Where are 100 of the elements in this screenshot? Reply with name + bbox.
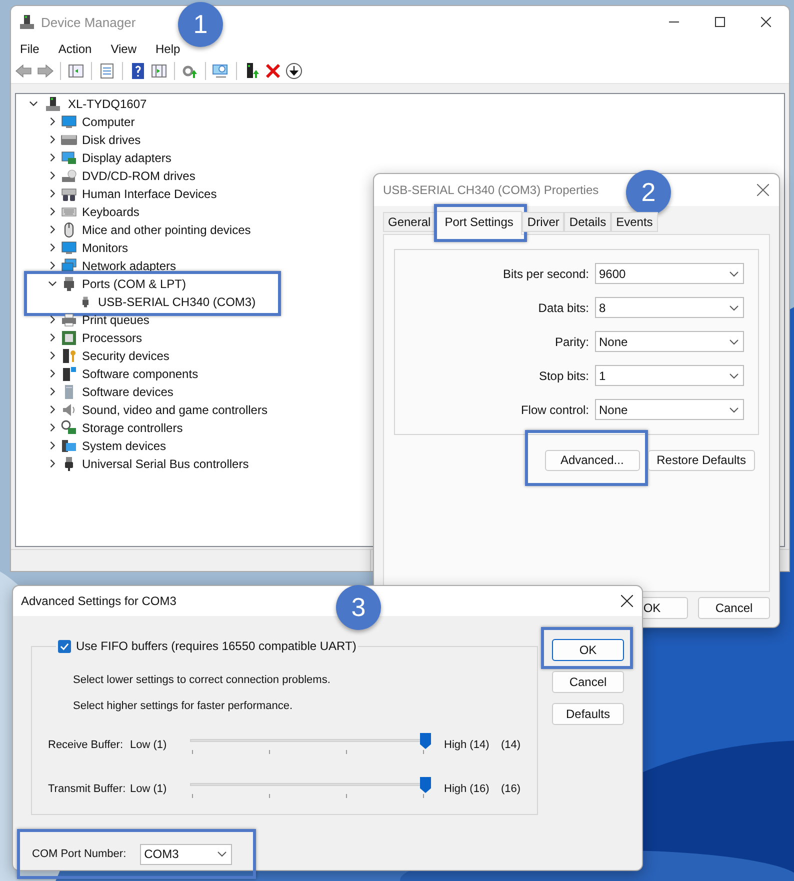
- tab[interactable]: Events: [611, 212, 658, 232]
- tree-item[interactable]: Security devices: [82, 346, 170, 365]
- back-arrow-icon: [15, 62, 33, 80]
- slider[interactable]: [190, 734, 428, 756]
- chevron-down-icon: [729, 336, 739, 346]
- tree-item[interactable]: Mice and other pointing devices: [82, 220, 251, 239]
- tree-item[interactable]: Software devices: [82, 382, 174, 401]
- tree-item[interactable]: Ports (COM & LPT): [82, 274, 186, 293]
- chevron-right-icon[interactable]: [48, 153, 57, 162]
- tree-item[interactable]: System devices: [82, 436, 166, 455]
- tree-item[interactable]: Print queues: [82, 310, 150, 329]
- tree-item[interactable]: Sound, video and game controllers: [82, 400, 268, 419]
- chevron-right-icon[interactable]: [48, 117, 57, 126]
- delete-icon: [264, 62, 282, 80]
- dropdown[interactable]: 9600: [595, 263, 744, 284]
- panel-icon: [67, 62, 85, 80]
- tab[interactable]: Details: [564, 212, 612, 232]
- slider-thumb[interactable]: [420, 733, 431, 749]
- tree-item[interactable]: Processors: [82, 328, 142, 347]
- close-icon: [757, 184, 769, 196]
- menu-item[interactable]: File: [20, 40, 40, 58]
- tree-item[interactable]: DVD/CD-ROM drives: [82, 166, 196, 185]
- dialog-title: Advanced Settings for COM3: [21, 593, 176, 610]
- dialog-button[interactable]: Cancel: [552, 671, 624, 693]
- tab[interactable]: Driver: [522, 212, 564, 232]
- computer-tower-icon: [45, 96, 61, 112]
- field-label: Stop bits:: [538, 368, 589, 384]
- dropdown[interactable]: 8: [595, 297, 744, 318]
- display-card-icon: [61, 150, 77, 166]
- chevron-right-icon[interactable]: [48, 423, 57, 432]
- slider-min-label: Low (1): [130, 738, 168, 753]
- close-icon: [761, 17, 771, 28]
- tree-item[interactable]: Storage controllers: [82, 418, 183, 437]
- help-icon: [129, 62, 147, 80]
- chevron-right-icon[interactable]: [48, 387, 57, 396]
- chevron-right-icon[interactable]: [48, 171, 57, 180]
- slider-max-label: High (14): [444, 738, 490, 753]
- chevron-right-icon[interactable]: [48, 207, 57, 216]
- tree-item[interactable]: USB-SERIAL CH340 (COM3): [98, 292, 256, 311]
- slider[interactable]: [190, 778, 428, 800]
- network-icon: [61, 258, 77, 274]
- chevron-right-icon[interactable]: [48, 135, 57, 144]
- tree-item[interactable]: Keyboards: [82, 202, 140, 221]
- app-icon: [19, 14, 35, 30]
- chevron-right-icon[interactable]: [48, 459, 57, 468]
- chevron-right-icon[interactable]: [48, 351, 57, 360]
- tree-item[interactable]: Computer: [82, 112, 135, 131]
- chevron-right-icon[interactable]: [48, 333, 57, 342]
- field-label: COM Port Number:: [32, 846, 126, 862]
- chevron-right-icon[interactable]: [48, 315, 57, 324]
- dialog-button[interactable]: Defaults: [552, 703, 624, 725]
- tree-item[interactable]: Monitors: [82, 238, 128, 257]
- slider-min-label: Low (1): [130, 782, 168, 797]
- tree-item[interactable]: Software components: [82, 364, 198, 383]
- menu-item[interactable]: Action: [58, 40, 92, 58]
- menu-item[interactable]: View: [110, 40, 136, 58]
- forward-arrow-icon: [36, 62, 54, 80]
- window-title: Device Manager: [41, 14, 136, 32]
- tree-item[interactable]: Display adapters: [82, 148, 172, 167]
- download-icon: [285, 62, 303, 80]
- chevron-right-icon[interactable]: [48, 243, 57, 252]
- action-button[interactable]: Restore Defaults: [648, 450, 755, 470]
- chevron-down-icon: [729, 268, 739, 278]
- dropdown[interactable]: None: [595, 399, 744, 420]
- tree-item[interactable]: Human Interface Devices: [82, 184, 217, 203]
- dropdown[interactable]: None: [595, 331, 744, 352]
- chevron-right-icon[interactable]: [48, 441, 57, 450]
- menu-item[interactable]: Help: [156, 40, 180, 58]
- panel-icon: [150, 62, 168, 80]
- tree-item[interactable]: XL-TYDQ1607: [68, 94, 147, 113]
- tree-item[interactable]: Network adapters: [82, 256, 176, 275]
- checkbox-label[interactable]: Use FIFO buffers (requires 16550 compatible UART): [76, 637, 356, 655]
- tree-item[interactable]: Disk drives: [82, 130, 141, 149]
- chevron-right-icon[interactable]: [48, 405, 57, 414]
- chevron-right-icon[interactable]: [48, 369, 57, 378]
- action-button[interactable]: Advanced...: [544, 450, 640, 470]
- chevron-right-icon[interactable]: [48, 189, 57, 198]
- system-icon: [61, 438, 77, 454]
- checkbox[interactable]: [58, 640, 71, 652]
- properties-icon: [98, 62, 116, 80]
- dropdown[interactable]: COM3: [140, 844, 232, 864]
- chevron-right-icon[interactable]: [48, 225, 57, 234]
- chevron-down-icon: [729, 370, 739, 380]
- dropdown[interactable]: 1: [595, 365, 744, 386]
- component-icon: [61, 366, 77, 382]
- chevron-right-icon[interactable]: [48, 261, 57, 270]
- chevron-down-icon[interactable]: [29, 99, 38, 108]
- monitor-icon: [61, 114, 77, 130]
- slider-thumb[interactable]: [420, 777, 431, 793]
- dialog-button[interactable]: OK: [552, 639, 624, 661]
- field-label: Data bits:: [538, 300, 589, 316]
- slider-value: (14): [501, 738, 521, 753]
- chevron-down-icon[interactable]: [48, 279, 57, 288]
- slider-max-label: High (16): [444, 782, 490, 797]
- tab[interactable]: Port Settings: [436, 211, 522, 235]
- dialog-title: USB-SERIAL CH340 (COM3) Properties: [383, 182, 599, 199]
- chip-icon: [61, 330, 77, 346]
- dialog-button[interactable]: Cancel: [698, 597, 770, 619]
- tab[interactable]: General: [383, 212, 436, 232]
- tree-item[interactable]: Universal Serial Bus controllers: [82, 454, 249, 473]
